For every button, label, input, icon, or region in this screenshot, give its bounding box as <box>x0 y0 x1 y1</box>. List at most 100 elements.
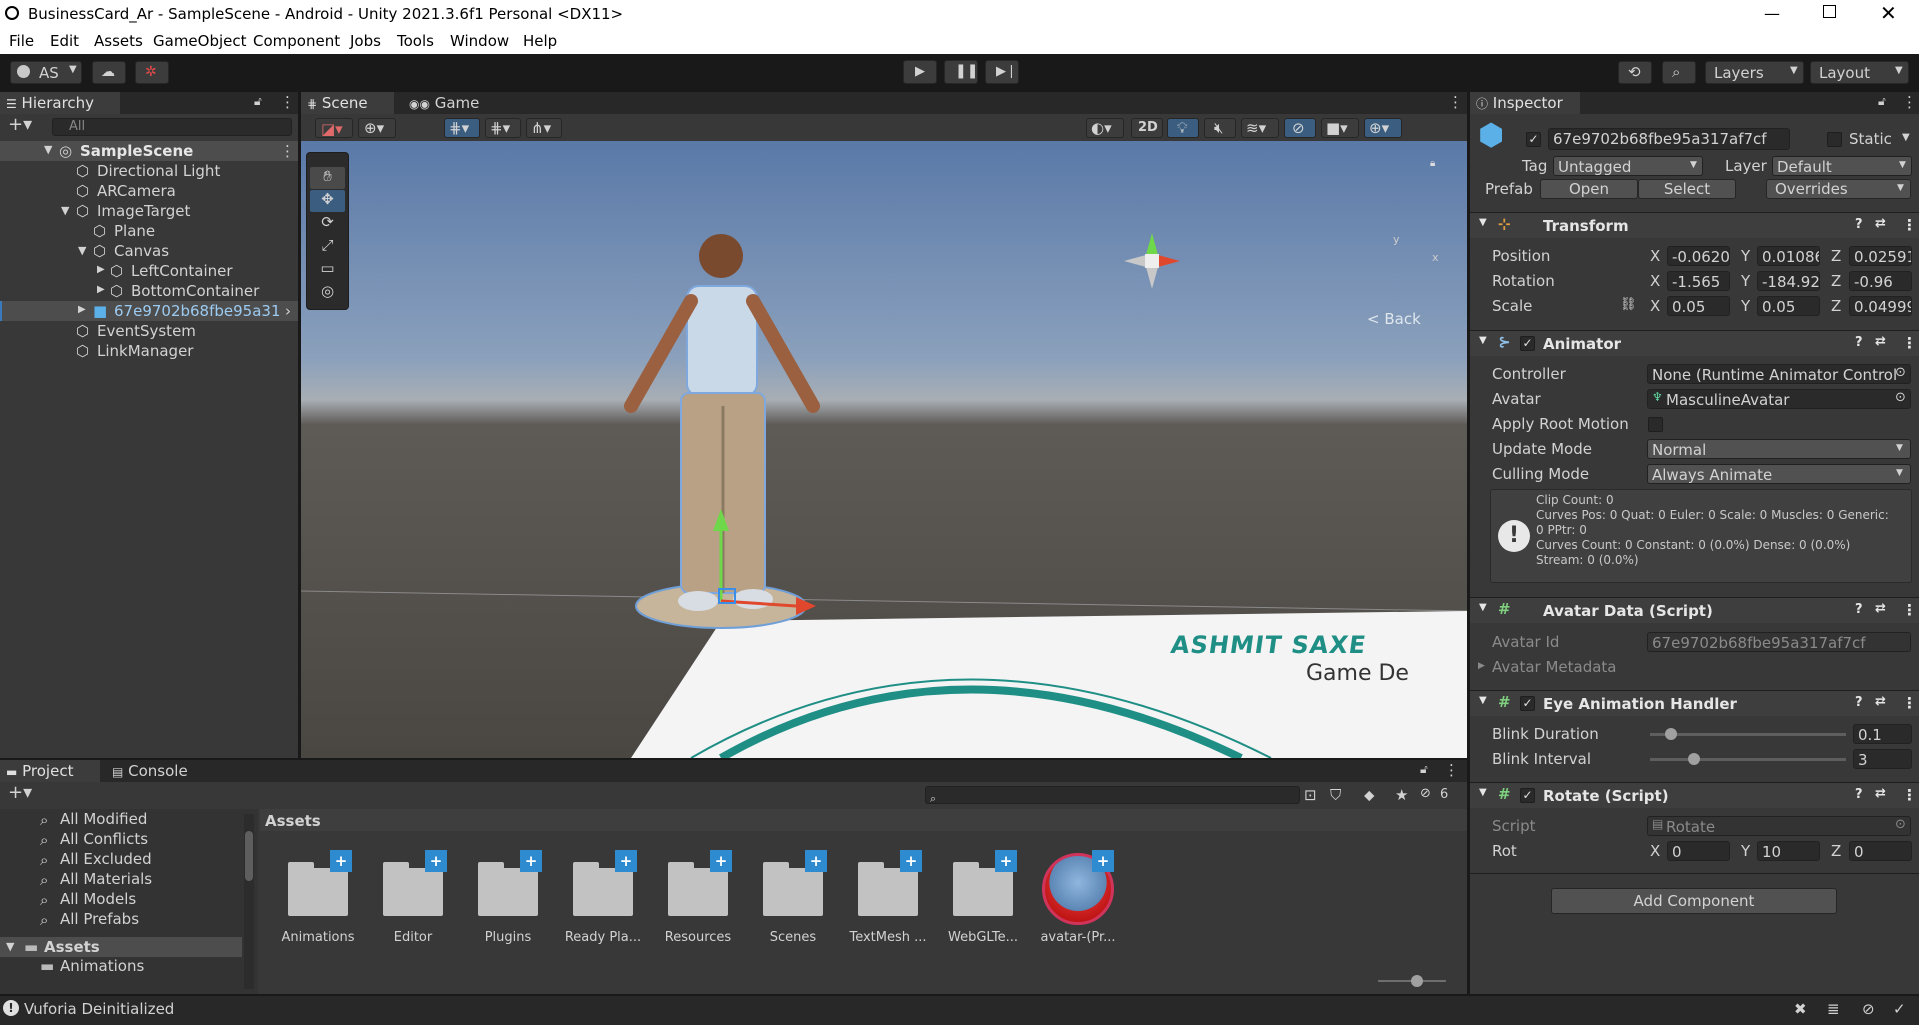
transform-header[interactable]: ▼ ⊹ Transform ? ⇄ ⋮ <box>1470 212 1919 238</box>
orientation-button[interactable]: ⊕▾ <box>358 118 396 138</box>
tab-hierarchy[interactable]: ☰ Hierarchy <box>0 92 120 114</box>
preset-icon[interactable]: ⇄ <box>1875 601 1886 616</box>
tree-scrollbar-thumb[interactable] <box>245 831 253 881</box>
preset-icon[interactable]: ⇄ <box>1875 334 1886 349</box>
hidden-packages-icon[interactable]: ⊘ <box>1420 786 1431 801</box>
kebab-menu-icon[interactable]: ⋮ <box>1902 601 1917 619</box>
help-icon[interactable]: ? <box>1855 695 1863 710</box>
prefab-select-button[interactable]: Select <box>1638 179 1736 199</box>
tab-scene[interactable]: ⋕ Scene <box>301 92 394 114</box>
object-picker-icon[interactable]: ⊙ <box>1895 390 1906 405</box>
prefab-overrides-dropdown[interactable]: Overrides ▼ <box>1766 179 1911 199</box>
position-z-field[interactable]: 0.02591 <box>1849 246 1912 266</box>
rotation-y-field[interactable]: -184.92 <box>1757 271 1820 291</box>
kebab-menu-icon[interactable]: ⋮ <box>1444 761 1459 779</box>
tab-project[interactable]: ▬ Project <box>0 760 100 782</box>
rotate-enabled-checkbox[interactable]: ✓ <box>1520 788 1535 803</box>
help-icon[interactable]: ? <box>1855 787 1863 802</box>
menu-edit[interactable]: Edit <box>50 32 79 50</box>
layers-dropdown[interactable]: Layers ▼ <box>1705 61 1804 84</box>
object-picker-icon[interactable]: ⊙ <box>1895 365 1906 380</box>
add-icon[interactable]: +▾ <box>8 114 32 135</box>
avatar-data-header[interactable]: ▼ # Avatar Data (Script) ? ⇄ ⋮ <box>1470 597 1919 623</box>
rect-tool-button[interactable]: ▭ <box>310 259 345 281</box>
lock-icon[interactable]: 🔒︎ <box>1430 158 1435 169</box>
hierarchy-item-eventsystem[interactable]: EventSystem <box>97 322 196 340</box>
hierarchy-item-imagetarget[interactable]: ImageTarget <box>97 202 190 220</box>
menu-tools[interactable]: Tools <box>397 32 434 50</box>
link-icon[interactable]: ⛓︎ <box>1620 297 1637 312</box>
view-tool-button[interactable]: ✋︎ <box>310 167 345 189</box>
tab-game[interactable]: ◉◉ Game <box>409 94 479 112</box>
rotation-z-field[interactable]: -0.96 <box>1849 271 1912 291</box>
object-name-field[interactable]: 67e9702b68fbe95a317af7cf <box>1548 128 1790 150</box>
favorite-item[interactable]: All Excluded <box>60 850 152 868</box>
progress-icon[interactable]: ⊘ <box>1862 1000 1875 1018</box>
hierarchy-item-plane[interactable]: Plane <box>114 222 155 240</box>
hierarchy-item-bottomcontainer[interactable]: BottomContainer <box>131 282 259 300</box>
hierarchy-item-leftcontainer[interactable]: LeftContainer <box>131 262 233 280</box>
animator-header[interactable]: ▼ ⊱ ✓ Animator ? ⇄ ⋮ <box>1470 330 1919 356</box>
rot-x-field[interactable]: 0 <box>1667 841 1730 861</box>
draw-mode-button[interactable]: ◪▾ <box>315 118 353 138</box>
animator-enabled-checkbox[interactable]: ✓ <box>1520 336 1535 351</box>
favorite-star-icon[interactable]: ★ <box>1395 786 1408 804</box>
tab-inspector[interactable]: ⓘ Inspector <box>1470 92 1580 114</box>
scale-x-field[interactable]: 0.05 <box>1667 296 1730 316</box>
hierarchy-item-prefab[interactable]: 67e9702b68fbe95a317 <box>114 302 279 320</box>
status-message[interactable]: Vuforia Deinitialized <box>24 1000 174 1018</box>
zoom-slider-handle[interactable] <box>1411 975 1423 987</box>
audio-button[interactable]: 🔇︎ <box>1204 118 1236 138</box>
hierarchy-item-samplescene[interactable]: SampleScene <box>80 142 193 160</box>
layout-dropdown[interactable]: Layout ▼ <box>1810 61 1909 84</box>
menu-jobs[interactable]: Jobs <box>350 32 381 50</box>
lock-icon[interactable]: 🔓︎ <box>1420 762 1428 777</box>
favorite-item[interactable]: All Materials <box>60 870 152 888</box>
lighting-button[interactable]: 💡︎ <box>1167 118 1199 138</box>
help-icon[interactable]: ? <box>1855 217 1863 232</box>
preset-icon[interactable]: ⇄ <box>1875 216 1886 231</box>
asset-item-ready-player[interactable]: + Ready Pla... <box>565 850 641 950</box>
rotation-x-field[interactable]: -1.565 <box>1667 271 1730 291</box>
add-icon[interactable]: +▾ <box>8 782 32 803</box>
controller-field[interactable]: None (Runtime Animator Control <box>1647 364 1911 384</box>
menu-assets[interactable]: Assets <box>94 32 143 50</box>
search-by-type-icon[interactable]: ⊡ <box>1304 786 1317 804</box>
transform-tool-button[interactable]: ◎ <box>310 282 345 304</box>
preset-icon[interactable]: ⇄ <box>1875 786 1886 801</box>
scale-y-field[interactable]: 0.05 <box>1757 296 1820 316</box>
blink-interval-field[interactable]: 3 <box>1853 749 1912 769</box>
asset-item-scenes[interactable]: + Scenes <box>755 850 831 950</box>
kebab-menu-icon[interactable]: ⋮ <box>1448 93 1463 111</box>
foldout-arrow-icon[interactable]: ▼ <box>61 204 69 217</box>
asset-item-editor[interactable]: + Editor <box>375 850 451 950</box>
gizmos-button[interactable]: ⊕▾ <box>1364 118 1402 138</box>
kebab-menu-icon[interactable]: ⋮ <box>1902 786 1917 804</box>
lock-icon[interactable]: 🔓︎ <box>254 94 262 109</box>
camera-mode-button[interactable]: ◐▾ <box>1086 118 1124 138</box>
static-checkbox[interactable] <box>1827 132 1842 147</box>
menu-gameobject[interactable]: GameObject <box>153 32 247 50</box>
update-mode-dropdown[interactable]: Normal ▼ <box>1647 439 1911 459</box>
account-button[interactable]: AS ▼ <box>10 61 82 84</box>
menu-component[interactable]: Component <box>253 32 340 50</box>
grid-snap-button[interactable]: ⋕▾ <box>444 118 480 138</box>
avatar-metadata-label[interactable]: Avatar Metadata <box>1492 658 1617 676</box>
pause-button[interactable]: ❚❚ <box>944 60 978 84</box>
add-component-button[interactable]: Add Component <box>1551 888 1837 914</box>
foldout-arrow-icon[interactable]: ▶ <box>97 284 105 295</box>
lock-icon[interactable]: 🔓︎ <box>1878 94 1886 109</box>
blink-interval-slider[interactable] <box>1650 758 1846 761</box>
grid-visibility-button[interactable]: ⋕▾ <box>485 118 521 138</box>
kebab-menu-icon[interactable]: ⋮ <box>1902 694 1917 712</box>
rotate-script-header[interactable]: ▼ # ✓ Rotate (Script) ? ⇄ ⋮ <box>1470 782 1919 808</box>
tree-item-assets[interactable]: Assets <box>44 938 100 956</box>
step-button[interactable]: ▶❘ <box>985 60 1019 84</box>
asset-item-resources[interactable]: + Resources <box>660 850 736 950</box>
camera-settings-button[interactable]: ■▾ <box>1321 118 1359 138</box>
active-checkbox[interactable]: ✓ <box>1526 132 1541 147</box>
favorite-item[interactable]: All Prefabs <box>60 910 139 928</box>
slider-handle[interactable] <box>1688 753 1700 765</box>
close-icon[interactable]: ✕ <box>1880 1 1897 25</box>
tag-dropdown[interactable]: Untagged ▼ <box>1553 156 1703 176</box>
